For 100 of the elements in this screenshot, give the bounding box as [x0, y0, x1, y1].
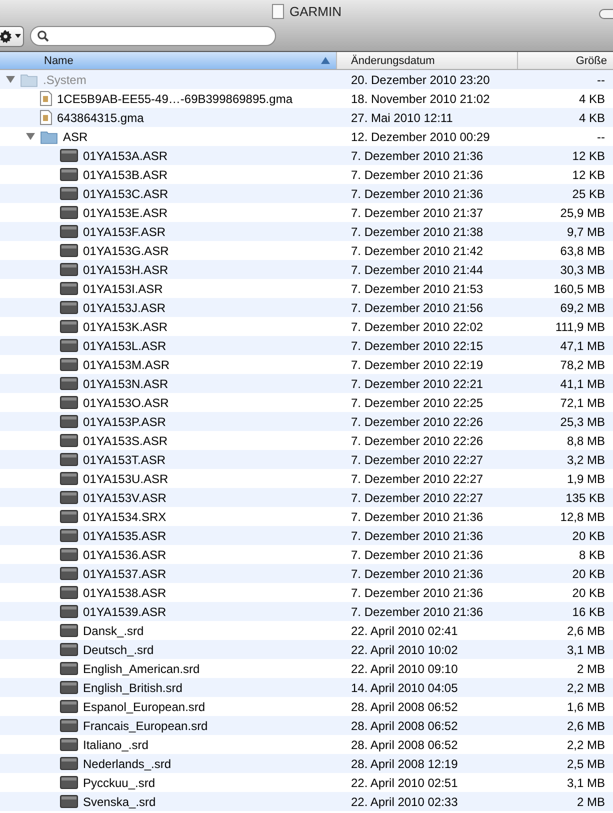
- file-size: 3,1 MB: [566, 642, 606, 656]
- file-size: 25 KB: [571, 186, 606, 200]
- file-size: 135 KB: [564, 490, 606, 504]
- file-name: 01YA1535.ASR: [83, 528, 166, 542]
- modified-date: 7. Dezember 2010 21:36: [350, 168, 484, 182]
- disclosure-triangle[interactable]: [6, 75, 15, 84]
- column-header[interactable]: Größe: [518, 52, 613, 69]
- file-size: 47,1 MB: [559, 338, 606, 352]
- file-size: 1,9 MB: [566, 472, 606, 486]
- file-name: 643864315.gma: [57, 110, 144, 124]
- document-icon: [40, 110, 52, 125]
- modified-date: 7. Dezember 2010 21:53: [350, 282, 484, 296]
- file-name: Pycckuu_.srd: [83, 776, 156, 790]
- modified-date: 7. Dezember 2010 22:02: [350, 320, 484, 334]
- file-size: 2,6 MB: [566, 624, 606, 638]
- file-name: 01YA153A.ASR: [83, 148, 168, 162]
- file-name: 01YA153V.ASR: [83, 490, 166, 504]
- file-size: 2 MB: [576, 662, 606, 676]
- window-title: GARMIN: [290, 4, 342, 18]
- file-size: 111,9 MB: [554, 320, 606, 334]
- file-size: 2,5 MB: [566, 756, 606, 770]
- file-icon: [60, 776, 78, 789]
- file-icon: [60, 263, 78, 276]
- file-size: 12,8 MB: [559, 510, 606, 524]
- modified-date: 20. Dezember 2010 23:20: [350, 72, 491, 86]
- folder-icon: [20, 72, 38, 86]
- file-size: 2 MB: [576, 794, 606, 808]
- file-icon: [60, 225, 78, 238]
- modified-date: 7. Dezember 2010 21:36: [350, 186, 484, 200]
- file-size: --: [596, 130, 606, 144]
- file-icon: [60, 643, 78, 656]
- file-size: 20 KB: [571, 586, 606, 600]
- action-button[interactable]: [0, 26, 24, 46]
- file-name: 01YA153U.ASR: [83, 472, 168, 486]
- file-size: 2,2 MB: [566, 680, 606, 694]
- file-icon: [60, 624, 78, 637]
- file-icon: [60, 377, 78, 390]
- file-size: 8 KB: [578, 548, 606, 562]
- file-size: 2,6 MB: [566, 718, 606, 732]
- modified-date: 22. April 2010 09:10: [350, 662, 459, 676]
- file-icon: [60, 187, 78, 200]
- modified-date: 7. Dezember 2010 22:25: [350, 396, 484, 410]
- file-icon: [60, 434, 78, 447]
- file-size: 2,2 MB: [566, 738, 606, 752]
- file-icon: [60, 605, 78, 618]
- file-icon: [60, 320, 78, 333]
- modified-date: 7. Dezember 2010 22:15: [350, 338, 484, 352]
- file-name: 01YA153F.ASR: [83, 224, 166, 238]
- file-icon: [60, 168, 78, 181]
- modified-date: 7. Dezember 2010 22:26: [350, 434, 484, 448]
- file-size: --: [596, 72, 606, 86]
- modified-date: 7. Dezember 2010 21:36: [350, 148, 484, 162]
- modified-date: 7. Dezember 2010 22:21: [350, 376, 484, 390]
- file-icon: [60, 358, 78, 371]
- file-size: 12 KB: [571, 168, 606, 182]
- file-name: 1CE5B9AB-EE55-49…-69B399869895.gma: [57, 92, 292, 106]
- modified-date: 28. April 2008 12:19: [350, 756, 459, 770]
- modified-date: 7. Dezember 2010 21:36: [350, 566, 484, 580]
- modified-date: 28. April 2008 06:52: [350, 738, 459, 752]
- file-name: 01YA153B.ASR: [83, 168, 168, 182]
- file-icon: [60, 244, 78, 257]
- file-icon: [60, 719, 78, 732]
- file-icon: [60, 510, 78, 523]
- column-header[interactable]: Name: [0, 52, 337, 69]
- modified-date: 22. April 2010 10:02: [350, 642, 459, 656]
- file-name: 01YA153N.ASR: [83, 376, 168, 390]
- file-size: 16 KB: [571, 604, 606, 618]
- file-icon: [60, 757, 78, 770]
- file-icon: [60, 586, 78, 599]
- modified-date: 7. Dezember 2010 21:44: [350, 262, 484, 276]
- drive-icon: [272, 4, 284, 18]
- file-size: 9,7 MB: [566, 224, 606, 238]
- search-field[interactable]: [30, 26, 276, 46]
- file-size: 41,1 MB: [559, 376, 606, 390]
- modified-date: 7. Dezember 2010 21:38: [350, 224, 484, 238]
- file-icon: [60, 396, 78, 409]
- file-size: 3,2 MB: [566, 452, 606, 466]
- column-header[interactable]: Änderungsdatum: [337, 52, 518, 69]
- file-icon: [60, 282, 78, 295]
- file-size: 1,6 MB: [566, 700, 606, 714]
- disclosure-triangle[interactable]: [26, 132, 35, 141]
- file-name: Dansk_.srd: [83, 624, 144, 638]
- file-icon: [60, 415, 78, 428]
- modified-date: 7. Dezember 2010 22:26: [350, 414, 484, 428]
- file-icon: [60, 738, 78, 751]
- document-icon: [40, 91, 52, 106]
- file-size: 30,3 MB: [559, 262, 606, 276]
- modified-date: 7. Dezember 2010 22:27: [350, 472, 484, 486]
- file-icon: [60, 339, 78, 352]
- file-icon: [60, 567, 78, 580]
- file-name: Italiano_.srd: [83, 738, 148, 752]
- modified-date: 27. Mai 2010 12:11: [350, 110, 454, 124]
- modified-date: 12. Dezember 2010 00:29: [350, 130, 491, 144]
- file-size: 12 KB: [571, 148, 606, 162]
- file-icon: [60, 453, 78, 466]
- file-size: 78,2 MB: [559, 358, 606, 372]
- file-name: 01YA153O.ASR: [83, 396, 169, 410]
- file-name: 01YA1538.ASR: [83, 586, 166, 600]
- file-name: 01YA153M.ASR: [83, 358, 170, 372]
- file-name: English_British.srd: [83, 680, 182, 694]
